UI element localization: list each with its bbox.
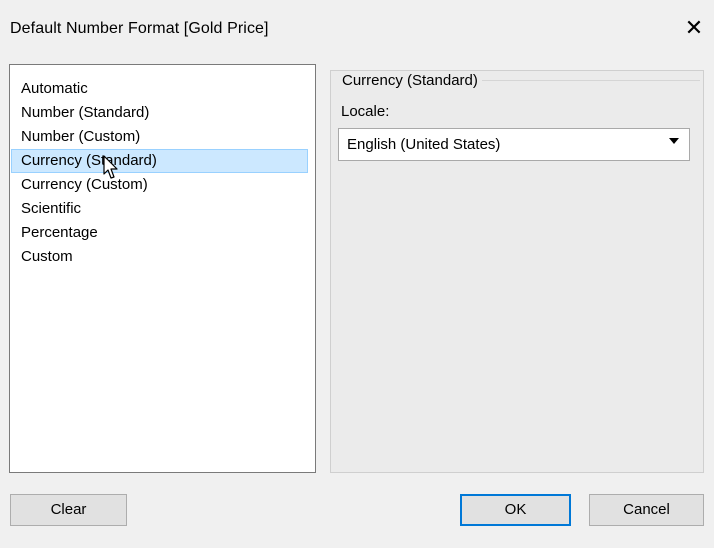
- ok-button[interactable]: OK: [460, 494, 571, 526]
- list-item-currency-custom[interactable]: Currency (Custom): [11, 173, 308, 197]
- dialog-title: Default Number Format [Gold Price]: [10, 20, 269, 37]
- locale-value: English (United States): [347, 136, 501, 153]
- list-item-percentage[interactable]: Percentage: [11, 221, 308, 245]
- close-icon[interactable]: ✕: [683, 17, 705, 39]
- locale-label: Locale:: [341, 103, 390, 120]
- dropdown-arrow-icon: [669, 138, 679, 144]
- mouse-cursor-icon: [103, 155, 118, 179]
- locale-dropdown[interactable]: English (United States): [338, 128, 690, 161]
- list-item-scientific[interactable]: Scientific: [11, 197, 308, 221]
- list-item-custom[interactable]: Custom: [11, 245, 308, 269]
- list-item-automatic[interactable]: Automatic: [11, 77, 308, 101]
- list-item-number-standard[interactable]: Number (Standard): [11, 101, 308, 125]
- list-item-currency-standard[interactable]: Currency (Standard): [11, 149, 308, 173]
- format-list[interactable]: Automatic Number (Standard) Number (Cust…: [9, 64, 316, 473]
- cancel-button[interactable]: Cancel: [589, 494, 704, 526]
- clear-button[interactable]: Clear: [10, 494, 127, 526]
- list-item-number-custom[interactable]: Number (Custom): [11, 125, 308, 149]
- group-title: Currency (Standard): [338, 72, 482, 89]
